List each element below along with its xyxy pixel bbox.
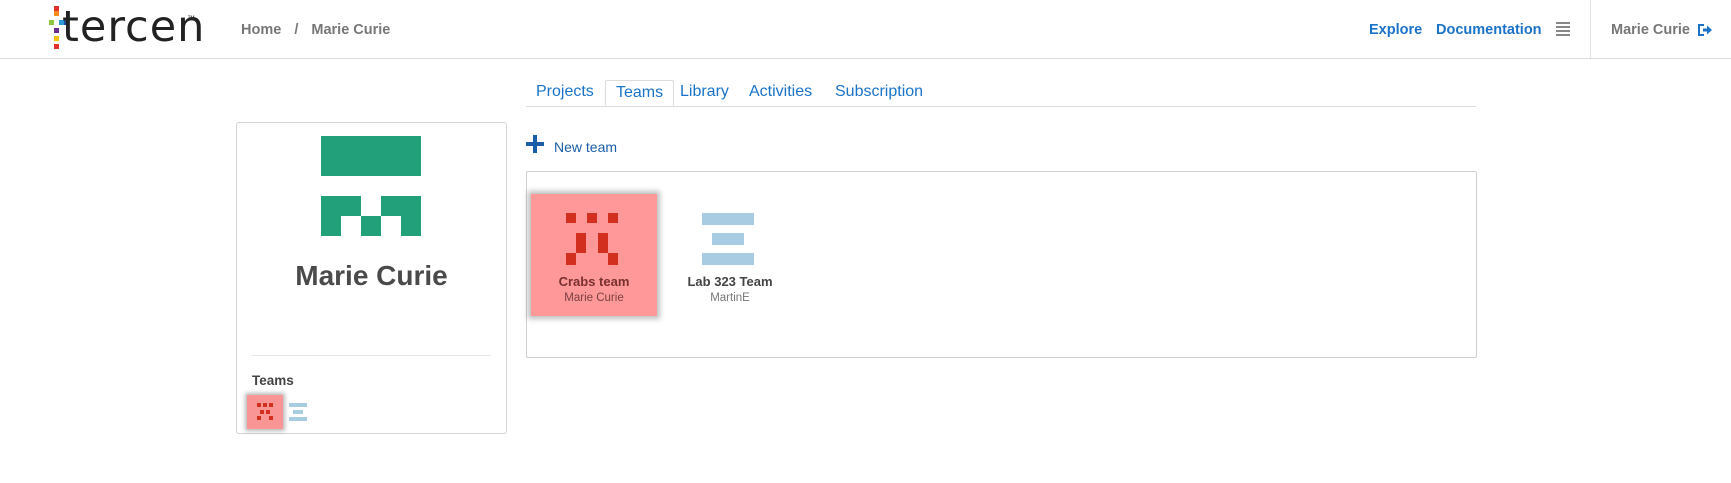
team-owner: MartinE	[710, 292, 750, 304]
logo-pixel	[54, 36, 59, 41]
tab-activities[interactable]: Activities	[749, 83, 812, 101]
logo-pixel	[54, 28, 59, 33]
card-divider	[252, 355, 491, 356]
logo-pixel	[49, 20, 54, 25]
list-menu-icon[interactable]	[1556, 22, 1570, 36]
header-divider	[1590, 0, 1591, 58]
team-name: Crabs team	[558, 274, 630, 289]
team-card-lab-323[interactable]: Lab 323 Team MartinE	[667, 194, 793, 316]
logo-trademark: ™	[187, 14, 195, 23]
tab-teams[interactable]: Teams	[605, 80, 675, 106]
top-header: tercen ™ Home / Marie Curie Explore Docu…	[0, 0, 1731, 59]
profile-tabs: Projects Teams Library Activities Subscr…	[526, 80, 1476, 107]
breadcrumb-current[interactable]: Marie Curie	[311, 22, 390, 38]
tercen-logo[interactable]: tercen ™	[48, 4, 204, 52]
team-name: Lab 323 Team	[687, 274, 773, 289]
sign-out-icon[interactable]	[1697, 22, 1713, 38]
logo-pixel	[54, 44, 59, 49]
new-team-label: New team	[554, 139, 618, 155]
logo-pixel	[54, 11, 59, 16]
team-card-crabs[interactable]: Crabs team Marie Curie	[531, 194, 657, 316]
nav-documentation-link[interactable]: Documentation	[1436, 22, 1542, 38]
breadcrumb: Home / Marie Curie	[241, 22, 399, 38]
user-menu-name[interactable]: Marie Curie	[1611, 22, 1690, 38]
logo-text: tercen	[62, 2, 206, 52]
breadcrumb-separator: /	[294, 22, 299, 38]
tab-subscription[interactable]: Subscription	[835, 83, 923, 101]
user-avatar	[321, 136, 421, 236]
tab-projects[interactable]: Projects	[536, 83, 594, 101]
profile-card: Marie Curie Teams	[236, 122, 507, 434]
tab-library[interactable]: Library	[680, 83, 729, 101]
team-owner: Marie Curie	[564, 292, 624, 304]
team-avatar-crabs	[566, 213, 618, 265]
plus-icon	[526, 135, 544, 153]
teams-panel: Crabs team Marie Curie Lab 323 Team Mart…	[526, 171, 1477, 358]
teams-section-label: Teams	[252, 373, 294, 388]
team-avatar-lab323-mini[interactable]	[287, 401, 309, 423]
breadcrumb-home[interactable]: Home	[241, 22, 281, 38]
team-avatar-lab323	[702, 213, 754, 265]
profile-name: Marie Curie	[295, 260, 448, 291]
team-avatar-crabs-mini[interactable]	[247, 395, 283, 429]
nav-explore-link[interactable]: Explore	[1369, 22, 1422, 38]
